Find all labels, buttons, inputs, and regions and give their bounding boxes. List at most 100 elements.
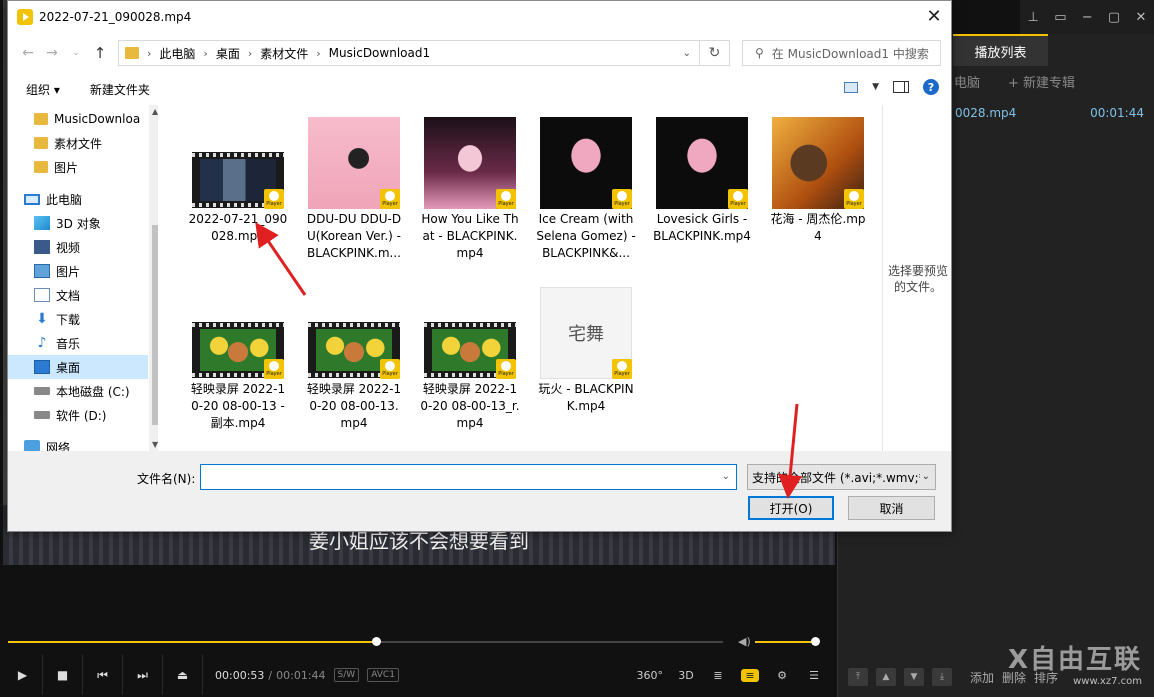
tab-playlist[interactable]: 播放列表	[953, 34, 1048, 66]
refresh-icon[interactable]: ↻	[700, 40, 730, 66]
nav-item-label: 视频	[56, 240, 81, 255]
dialog-close-button[interactable]: ✕	[917, 1, 951, 31]
search-input[interactable]: ⚲ 在 MusicDownload1 中搜索	[742, 40, 941, 66]
nav-scrollbar[interactable]: ▲ ▼	[149, 105, 158, 451]
file-name: How You Like That - BLACKPINK.mp4	[421, 212, 519, 260]
3d-button[interactable]: 3D	[677, 669, 695, 682]
previous-button[interactable]: ⏮	[83, 655, 123, 695]
nav-item[interactable]: MusicDownloa	[8, 107, 148, 131]
player-badge-icon: Player	[380, 189, 400, 209]
nav-item[interactable]: 文档	[8, 283, 148, 307]
preview-pane-icon[interactable]	[893, 81, 909, 93]
breadcrumb-music-download[interactable]: MusicDownload1	[329, 46, 430, 60]
breadcrumb-chevron-icon[interactable]: ›	[147, 47, 151, 60]
move-up-icon[interactable]: ▲	[876, 668, 896, 686]
breadcrumb-desktop[interactable]: 桌面	[216, 45, 240, 62]
volume-slider-handle[interactable]	[811, 637, 820, 646]
3d-objects-icon	[34, 216, 50, 230]
nav-item[interactable]: 视频	[8, 235, 148, 259]
add-button[interactable]: 添加	[970, 669, 994, 686]
subtitle-icon[interactable]: ≡	[741, 668, 759, 682]
move-top-icon[interactable]: ⤒	[848, 668, 868, 686]
playlist-tab-computer[interactable]: 电脑	[954, 72, 980, 91]
new-album-button[interactable]: + 新建专辑	[1008, 72, 1075, 91]
seek-bar-area: ◀)	[3, 630, 835, 654]
folder-icon	[34, 113, 48, 125]
breadcrumb-chevron-icon[interactable]: ›	[248, 47, 252, 60]
move-bottom-icon[interactable]: ⤓	[932, 668, 952, 686]
play-button[interactable]: ▶	[3, 655, 43, 695]
previous-icon: ⏮	[97, 667, 108, 682]
maximize-button[interactable]: ▢	[1108, 10, 1120, 25]
decoder-tag[interactable]: S/W	[333, 668, 360, 682]
stop-button[interactable]: ■	[43, 655, 83, 695]
view-options-arrow-icon[interactable]: ▼	[872, 82, 879, 92]
vr-360-button[interactable]: 360°	[637, 669, 664, 682]
scroll-up-icon[interactable]: ▲	[152, 107, 158, 116]
seek-bar-handle[interactable]	[372, 637, 382, 646]
nav-item[interactable]: 图片	[8, 259, 148, 283]
new-folder-button[interactable]: 新建文件夹	[90, 81, 150, 98]
scroll-thumb[interactable]	[152, 225, 158, 425]
file-thumbnail: Player	[192, 117, 284, 209]
scroll-down-icon[interactable]: ▼	[152, 440, 158, 449]
badge-label: Player	[730, 201, 746, 207]
address-bar[interactable]: › 此电脑 › 桌面 › 素材文件 › MusicDownload1 ⌄	[118, 40, 700, 66]
nav-item[interactable]: ⬇ 下载	[8, 307, 148, 331]
menu-icon[interactable]: ☰	[805, 669, 823, 682]
seek-bar[interactable]	[8, 637, 723, 646]
breadcrumb-chevron-icon[interactable]: ›	[316, 47, 320, 60]
move-down-icon[interactable]: ▼	[904, 668, 924, 686]
dialog-toolbar: 组织 ▾ 新建文件夹 ▼ ?	[8, 73, 951, 105]
nav-item[interactable]: 桌面	[8, 355, 148, 379]
open-button[interactable]: 打开(O)	[748, 496, 834, 520]
filename-field[interactable]: ⌄	[200, 464, 737, 490]
volume-slider[interactable]	[755, 641, 817, 643]
nav-item[interactable]: 此电脑	[8, 187, 148, 211]
nav-item-label: 3D 对象	[56, 216, 101, 231]
file-thumbnail: Player	[192, 287, 284, 379]
file-type-select[interactable]: 支持的全部文件 (*.avi;*.wmv;*. ⌄	[747, 464, 936, 490]
back-arrow-icon[interactable]: ←	[16, 41, 40, 65]
eject-button[interactable]: ⏏	[163, 655, 203, 695]
nav-item[interactable]: 软件 (D:)	[8, 403, 148, 427]
seek-bar-progress	[8, 641, 377, 643]
pin-icon[interactable]: ⊥	[1028, 10, 1039, 25]
change-view-icon[interactable]	[844, 81, 859, 93]
nav-item[interactable]: ♪ 音乐	[8, 331, 148, 355]
address-dropdown-chevron-icon[interactable]: ⌄	[683, 48, 691, 59]
breadcrumb-this-pc[interactable]: 此电脑	[159, 45, 195, 62]
close-window-button[interactable]: ✕	[1135, 10, 1146, 25]
nav-item-label: MusicDownloa	[54, 112, 141, 126]
player-badge-icon: Player	[496, 359, 516, 379]
dialog-title: 2022-07-21_090028.mp4	[39, 10, 192, 24]
recent-locations-chevron-icon[interactable]: ⌄	[64, 41, 88, 65]
breadcrumb-material-files[interactable]: 素材文件	[260, 45, 308, 62]
file-thumbnail: Player	[772, 117, 864, 209]
volume-icon[interactable]: ◀)	[738, 635, 751, 648]
nav-item[interactable]: 图片	[8, 155, 148, 179]
file-thumbnail: Player	[308, 287, 400, 379]
nav-item[interactable]: 网络	[8, 435, 148, 451]
organize-button[interactable]: 组织 ▾	[26, 81, 60, 98]
filename-dropdown-chevron-icon[interactable]: ⌄	[722, 471, 730, 482]
badge-label: Player	[498, 201, 514, 207]
nav-item-label: 图片	[56, 264, 81, 279]
settings-gear-icon[interactable]: ⚙	[773, 669, 791, 682]
next-button[interactable]: ⏭	[123, 655, 163, 695]
minimize-button[interactable]: −	[1082, 10, 1093, 25]
forward-arrow-icon[interactable]: →	[40, 41, 64, 65]
mini-mode-icon[interactable]: ▭	[1054, 10, 1066, 25]
breadcrumb-chevron-icon[interactable]: ›	[203, 47, 207, 60]
dialog-bottom-area: 文件名(N): ⌄ 支持的全部文件 (*.avi;*.wmv;*. ⌄ 打开(O…	[8, 451, 951, 531]
nav-item[interactable]: 3D 对象	[8, 211, 148, 235]
up-arrow-icon[interactable]: ↑	[88, 41, 112, 65]
cancel-button[interactable]: 取消	[848, 496, 935, 520]
nav-item[interactable]: 本地磁盘 (C:)	[8, 379, 148, 403]
search-placeholder: 在 MusicDownload1 中搜索	[771, 46, 929, 61]
pictures-folder-icon	[34, 264, 50, 278]
playlist-search-icon[interactable]: ≣	[709, 669, 727, 682]
help-icon[interactable]: ?	[923, 79, 939, 95]
nav-item[interactable]: 素材文件	[8, 131, 148, 155]
player-badge-icon: Player	[264, 189, 284, 209]
